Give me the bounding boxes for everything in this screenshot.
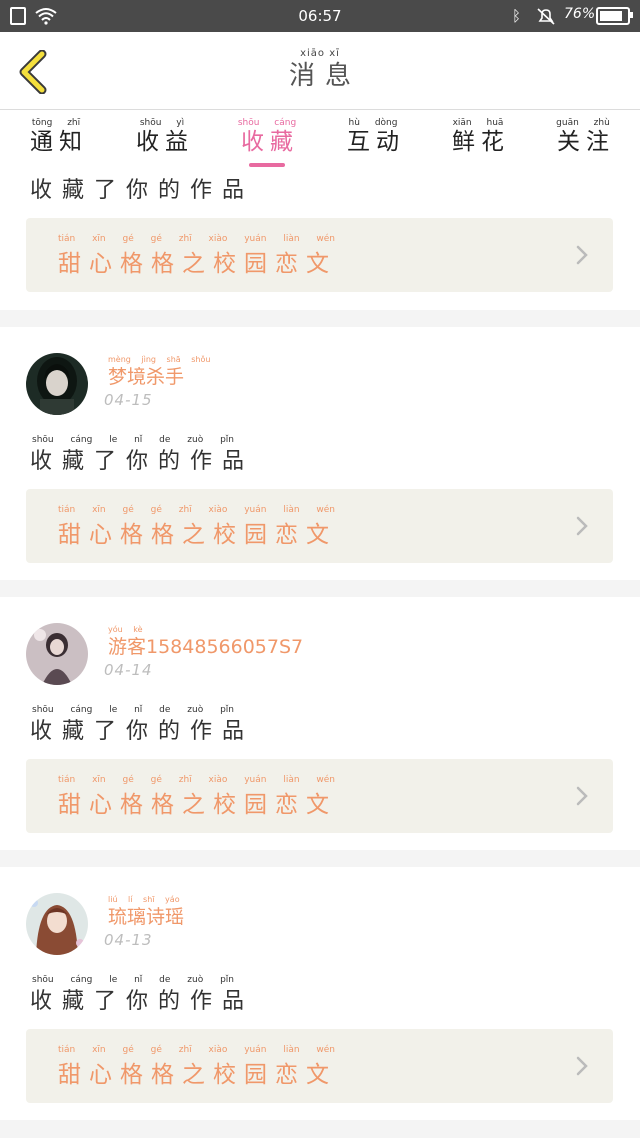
chevron-right-icon (576, 245, 588, 265)
avatar[interactable] (26, 893, 88, 955)
username[interactable]: 梦境杀手 (108, 362, 184, 389)
tab-earnings[interactable]: shōu yì 收益 (122, 118, 202, 156)
work-link[interactable]: tián xīn gé gé zhī xiào yuán liàn wén 甜心… (26, 489, 613, 563)
page-title-text: 消息 (288, 61, 361, 91)
page-title-pinyin: xiāo xī (300, 48, 340, 59)
tab-favorites[interactable]: shōu cáng 收藏 (227, 118, 307, 156)
avatar[interactable] (26, 623, 88, 685)
work-link[interactable]: tián xīn gé gé zhī xiào yuán liàn wén 甜心… (26, 1029, 613, 1103)
timestamp: 04-14 (104, 661, 153, 679)
battery-icon (596, 7, 633, 25)
list-item: mèng jìng shā shǒu 梦境杀手 04-15 shōu cáng … (0, 327, 640, 580)
tab-pinyin: shōu cáng (237, 118, 297, 128)
username[interactable]: 琉璃诗瑶 (108, 902, 184, 929)
tab-label: 通知 (30, 129, 88, 155)
action-text: 收藏了你的作品 (30, 178, 255, 203)
work-link[interactable]: tián xīn gé gé zhī xiào yuán liàn wén 甜心… (26, 759, 613, 833)
list-item: yóu kè 游客15848566057S7 04-14 shōu cáng l… (0, 597, 640, 850)
tab-pinyin: xiān huā (452, 118, 504, 128)
tab-flowers[interactable]: xiān huā 鲜花 (438, 118, 518, 156)
work-title-pinyin: tián xīn gé gé zhī xiào yuán liàn wén (58, 1045, 336, 1055)
username[interactable]: 游客15848566057S7 (108, 632, 303, 659)
action-text: 收藏了你的作品 (30, 449, 255, 474)
work-title: 甜心格格之校园恋文 (58, 251, 337, 277)
tab-interactions[interactable]: hù dòng 互动 (333, 118, 413, 156)
bluetooth-icon: ᛒ (512, 7, 522, 25)
tab-label: 鲜花 (452, 129, 510, 155)
chevron-right-icon (576, 516, 588, 536)
mute-bell-icon (537, 8, 555, 25)
tab-label: 互动 (347, 129, 405, 155)
battery-percent: 76% (564, 6, 596, 22)
work-title: 甜心格格之校园恋文 (58, 1062, 337, 1088)
timestamp: 04-13 (104, 931, 153, 949)
chevron-right-icon (576, 786, 588, 806)
work-title: 甜心格格之校园恋文 (58, 522, 337, 548)
list-item: liú lí shī yáo 琉璃诗瑶 04-13 shōu cáng le n… (0, 867, 640, 1120)
tab-notifications[interactable]: tōng zhī 通知 (16, 118, 96, 156)
action-text: 收藏了你的作品 (30, 719, 255, 744)
tab-label: 收藏 (241, 129, 299, 155)
work-link[interactable]: tián xīn gé gé zhī xiào yuán liàn wén 甜心… (26, 218, 613, 292)
work-title: 甜心格格之校园恋文 (58, 792, 337, 818)
work-title-pinyin: tián xīn gé gé zhī xiào yuán liàn wén (58, 775, 336, 785)
tab-bar: tōng zhī 通知 shōu yì 收益 shōu cáng 收藏 hù d… (0, 110, 640, 168)
tab-pinyin: guān zhù (556, 118, 610, 128)
tab-pinyin: tōng zhī (31, 118, 81, 128)
tab-label: 关注 (557, 129, 615, 155)
chevron-right-icon (576, 1056, 588, 1076)
status-bar: 06:57 ᛒ 76% (0, 0, 640, 32)
timestamp: 04-15 (104, 391, 153, 409)
tab-pinyin: hù dòng (348, 118, 398, 128)
tab-label: 收益 (136, 129, 194, 155)
header: xiāo xī 消息 (0, 32, 640, 110)
tab-pinyin: shōu yì (139, 118, 185, 128)
work-title-pinyin: tián xīn gé gé zhī xiào yuán liàn wén (58, 505, 336, 515)
active-tab-indicator (249, 163, 285, 167)
list-item: 收藏了你的作品 tián xīn gé gé zhī xiào yuán lià… (0, 168, 640, 310)
work-title-pinyin: tián xīn gé gé zhī xiào yuán liàn wén (58, 234, 336, 244)
page-title: xiāo xī 消息 (0, 48, 640, 92)
tab-following[interactable]: guān zhù 关注 (543, 118, 623, 156)
action-text: 收藏了你的作品 (30, 989, 255, 1014)
avatar[interactable] (26, 353, 88, 415)
